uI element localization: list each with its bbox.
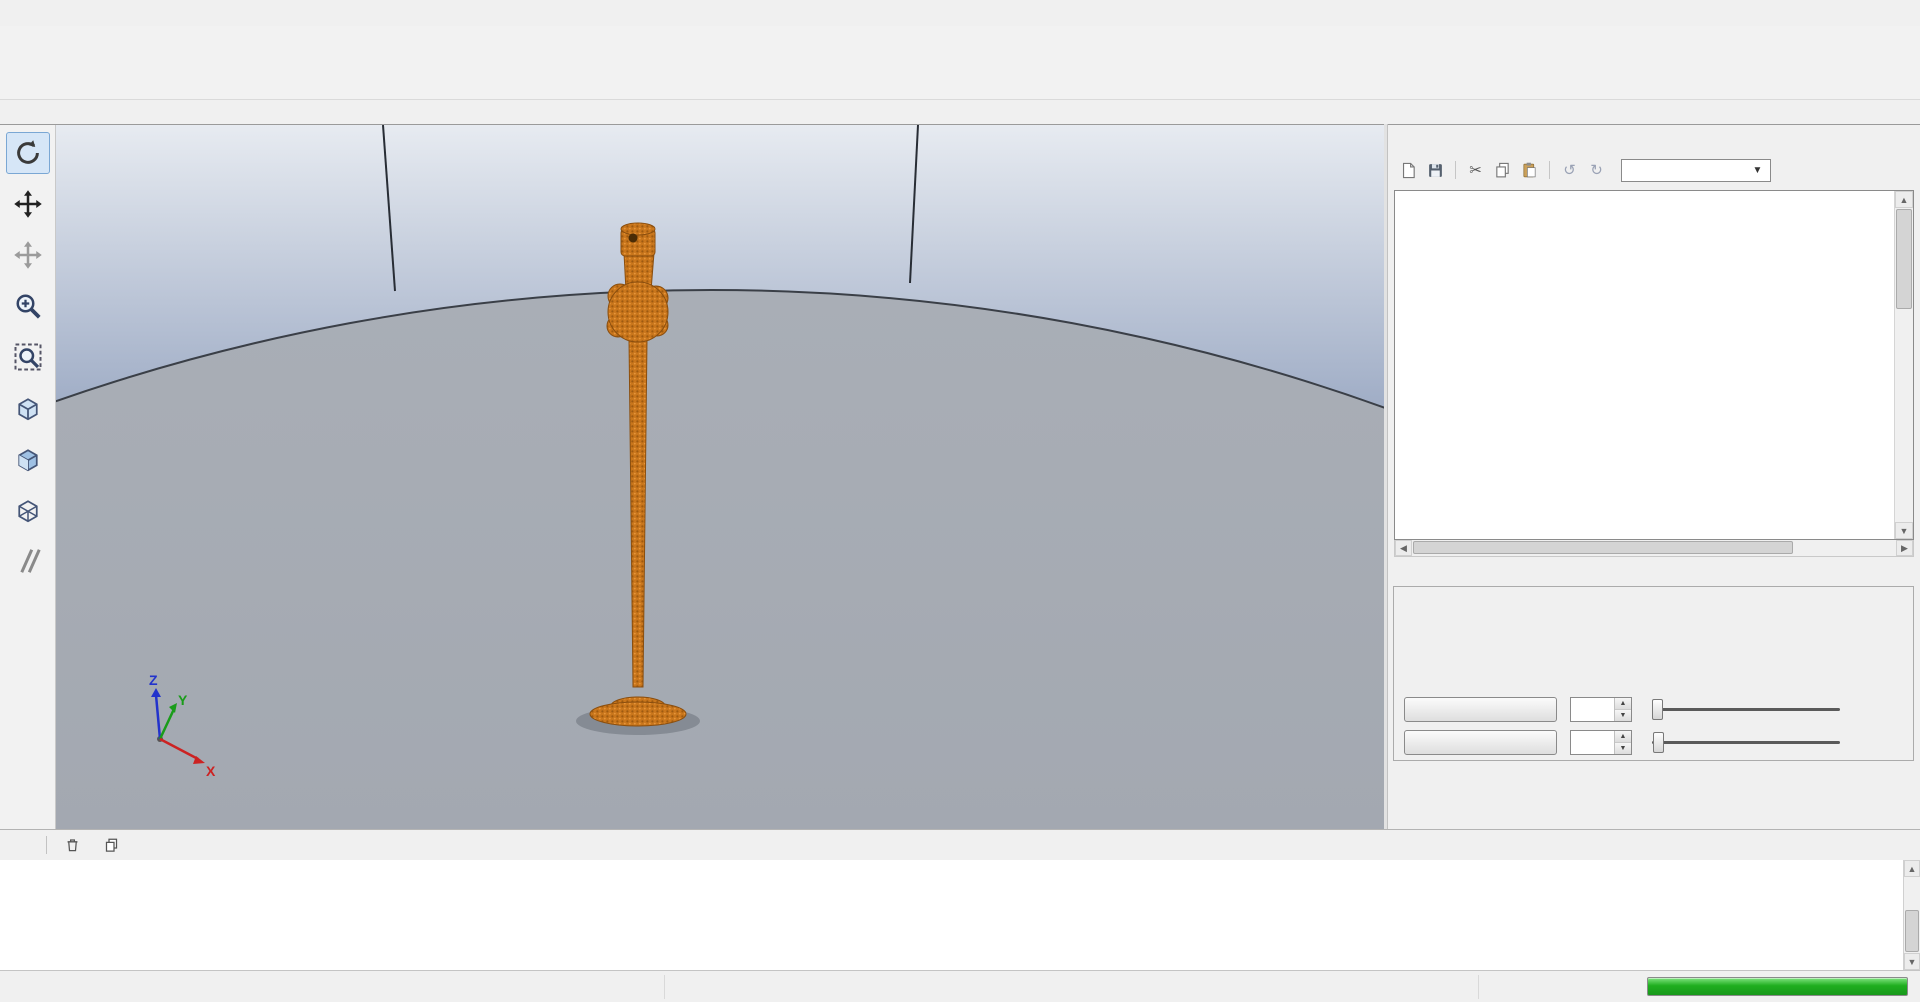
paste-button[interactable] <box>1517 159 1542 182</box>
move-viewpoint-button[interactable] <box>6 234 50 276</box>
undo-button[interactable]: ↺ <box>1557 159 1582 182</box>
axis-z-label: Z <box>149 672 158 688</box>
isometric-view-button[interactable] <box>6 387 50 429</box>
scroll-thumb[interactable] <box>1413 541 1793 554</box>
zoom-fit-button[interactable] <box>6 336 50 378</box>
gcode-lines <box>1395 191 1894 539</box>
gcode-editor-toolbar: ✂ ↺ ↻ ▼ <box>1396 156 1912 184</box>
axis-y-label: Y <box>178 692 188 708</box>
scroll-thumb[interactable] <box>1905 910 1919 952</box>
rotate-icon <box>13 138 43 168</box>
trash-icon <box>65 837 80 853</box>
eerste-laag-spinner[interactable]: ▲▼ <box>1614 698 1631 721</box>
3d-scene[interactable]: Z Y X <box>56 125 1384 829</box>
axis-x-label: X <box>206 763 216 779</box>
toolbar-separator <box>1455 161 1456 179</box>
main-toolbar <box>0 26 1920 100</box>
paste-icon <box>1521 162 1538 179</box>
log-list <box>0 860 1903 970</box>
clear-log-button[interactable] <box>65 837 86 853</box>
new-file-button[interactable] <box>1396 159 1421 182</box>
gcode-type-dropdown[interactable]: ▼ <box>1621 159 1771 182</box>
toolbar-separator <box>1549 161 1550 179</box>
toolbar-separator <box>46 836 47 854</box>
log-vscrollbar[interactable]: ▲ ▼ <box>1903 860 1920 970</box>
copy-icon <box>104 838 119 853</box>
slider-track <box>1652 741 1840 744</box>
redo-button[interactable]: ↻ <box>1584 159 1609 182</box>
redo-icon: ↻ <box>1590 161 1603 179</box>
cube-filled-icon <box>13 393 43 423</box>
eerste-laag-slider[interactable] <box>1650 697 1842 722</box>
copy-icon <box>1494 162 1511 179</box>
parallel-lines-icon <box>13 546 43 576</box>
laatste-laag-button[interactable] <box>1404 730 1557 755</box>
eerste-laag-button[interactable] <box>1404 697 1557 722</box>
move-gray-icon <box>13 240 43 270</box>
zoom-button[interactable] <box>6 285 50 327</box>
status-bar <box>0 970 1920 1002</box>
laatste-laag-spinner[interactable]: ▲▼ <box>1614 731 1631 754</box>
top-view-button[interactable] <box>6 489 50 531</box>
scroll-thumb[interactable] <box>1896 209 1912 309</box>
zoom-icon <box>13 291 43 321</box>
laatste-laag-slider[interactable] <box>1650 730 1842 755</box>
slider-track <box>1652 708 1840 711</box>
eerste-laag-value <box>1571 698 1614 721</box>
view-tool-column <box>0 125 56 829</box>
save-small-icon <box>1427 162 1444 179</box>
viewport-frame: Z Y X <box>0 124 1384 829</box>
cut-button[interactable]: ✂ <box>1463 159 1488 182</box>
spin-up-icon[interactable]: ▲ <box>1615 698 1631 710</box>
gcode-editor[interactable]: ▲ ▼ <box>1394 190 1914 540</box>
chevron-down-icon: ▼ <box>1749 161 1766 180</box>
move-object-button[interactable] <box>6 183 50 225</box>
menu-bar <box>0 0 1920 26</box>
laatste-laag-input[interactable]: ▲▼ <box>1570 730 1632 755</box>
copy-button[interactable] <box>1490 159 1515 182</box>
front-view-button[interactable] <box>6 438 50 480</box>
scroll-up-icon[interactable]: ▲ <box>1895 191 1913 208</box>
scroll-down-icon[interactable]: ▼ <box>1895 522 1913 539</box>
progress-bar <box>1647 977 1908 996</box>
laatste-laag-value <box>1571 731 1614 754</box>
preview-panel-body: ✂ ↺ ↻ ▼ ▲ ▼ ◀ ▶ <box>1388 124 1920 829</box>
statusbar-separator <box>664 975 665 999</box>
eerste-laag-input[interactable]: ▲▼ <box>1570 697 1632 722</box>
scroll-down-icon[interactable]: ▼ <box>1904 953 1920 970</box>
cube-shaded-icon <box>13 444 43 474</box>
save-gcode-button[interactable] <box>1423 159 1448 182</box>
copy-log-button[interactable] <box>104 838 125 853</box>
parallel-projection-button[interactable] <box>6 540 50 582</box>
editor-vscrollbar[interactable]: ▲ ▼ <box>1894 191 1913 539</box>
visualisatie-box: ▲▼ ▲▼ <box>1393 586 1914 761</box>
slider-thumb[interactable] <box>1653 732 1664 753</box>
spin-down-icon[interactable]: ▼ <box>1615 743 1631 754</box>
log-toolbar <box>0 829 1920 860</box>
print-bed <box>56 290 1384 829</box>
undo-icon: ↺ <box>1563 161 1576 179</box>
spin-up-icon[interactable]: ▲ <box>1615 731 1631 743</box>
editor-hscrollbar[interactable]: ◀ ▶ <box>1394 540 1914 557</box>
editor-status-strip <box>1398 773 1912 795</box>
slider-thumb[interactable] <box>1652 699 1663 720</box>
scroll-left-icon[interactable]: ◀ <box>1395 540 1412 556</box>
scroll-right-icon[interactable]: ▶ <box>1896 540 1913 556</box>
new-file-icon <box>1400 162 1417 179</box>
cube-wireframe-icon <box>13 495 43 525</box>
scroll-up-icon[interactable]: ▲ <box>1904 860 1920 877</box>
spin-down-icon[interactable]: ▼ <box>1615 710 1631 721</box>
statusbar-separator <box>1478 975 1479 999</box>
scissors-icon: ✂ <box>1469 161 1482 179</box>
move-icon <box>13 189 43 219</box>
right-panel: ✂ ↺ ↻ ▼ ▲ ▼ ◀ ▶ <box>1388 100 1920 829</box>
rotate-view-button[interactable] <box>6 132 50 174</box>
zoom-fit-icon <box>13 342 43 372</box>
